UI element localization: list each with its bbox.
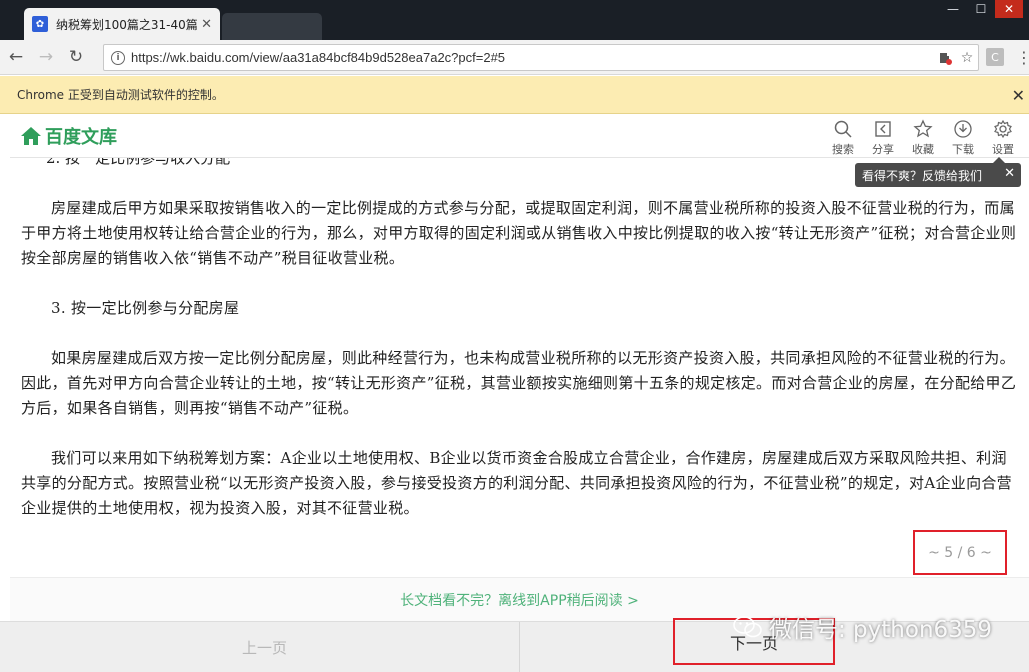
extension-icon[interactable]: C [986,48,1004,66]
action-settings[interactable]: 设置 [983,117,1023,157]
bookmark-star-icon[interactable]: ☆ [956,47,978,69]
browser-tabstrip: ✿ 纳税筹划100篇之31-40篇 ✕ — ☐ ✕ [0,0,1029,40]
forward-arrow-icon[interactable]: → [32,43,60,71]
action-download[interactable]: 下载 [943,117,983,157]
browser-toolbar: ← → ↻ i https://wk.baidu.com/view/aa31a8… [0,40,1029,75]
action-label: 下载 [952,143,974,156]
paragraph: 我们可以来用如下纳税筹划方案：A企业以土地使用权、B企业以货币资金合股成立合营企… [21,449,1012,517]
reload-icon[interactable]: ↻ [62,43,90,71]
site-info-icon[interactable]: i [111,50,125,65]
app-header: 百度文库 搜索 分享 收藏 下载 设置 [10,115,1029,158]
maximize-icon[interactable]: ☐ [967,0,995,18]
infobar-close-icon[interactable]: ✕ [1012,86,1025,105]
window-controls: — ☐ ✕ [939,0,1023,18]
section-heading: 3. 按一定比例参与分配房屋 [51,299,240,317]
minimize-icon[interactable]: — [939,0,967,18]
browser-menu-icon[interactable]: ⋮ [1016,48,1029,67]
paragraph: 如果房屋建成后双方按一定比例分配房屋，则此种经营行为，也未构成营业税所称的以无形… [21,349,1017,417]
feedback-tooltip[interactable]: 看得不爽？反馈给我们 ✕ [855,157,1021,187]
automation-infobar: Chrome 正受到自动测试软件的控制。 ✕ [0,76,1029,114]
baidu-favicon-icon: ✿ [32,16,48,32]
search-icon [834,120,852,138]
cut-heading: 2. 按一定比例参与收入分配 [46,158,231,167]
logo[interactable]: 百度文库 [20,123,117,149]
download-icon [954,120,972,138]
paragraph: 房屋建成后甲方如果采取按销售收入的一定比例提成的方式参与分配，或提取固定利润，则… [21,199,1017,267]
home-icon [21,127,41,145]
action-label: 设置 [992,143,1014,156]
action-share[interactable]: 分享 [863,117,903,157]
window-close-icon[interactable]: ✕ [995,0,1023,18]
action-search[interactable]: 搜索 [823,117,863,157]
action-label: 收藏 [912,143,934,156]
tab-inactive[interactable] [222,13,322,40]
feedback-text: 看得不爽？反馈给我们 [862,168,983,183]
prev-page-button[interactable]: 上一页 [10,622,520,672]
action-label: 分享 [872,143,894,156]
tab-close-icon[interactable]: ✕ [201,17,212,32]
document-page: 2. 按一定比例参与收入分配 房屋建成后甲方如果采取按销售收入的一定比例提成的方… [10,158,1029,576]
action-label: 搜索 [832,143,854,156]
promo-link[interactable]: 长文档看不完？离线到APP稍后阅读 > [400,590,639,610]
tab-title: 纳税筹划100篇之31-40篇 [56,17,198,32]
gear-icon [994,119,1012,139]
star-icon [913,119,933,138]
tab-active[interactable]: ✿ 纳税筹划100篇之31-40篇 ✕ [24,8,220,40]
feedback-close-icon[interactable]: ✕ [1004,166,1015,181]
wechat-watermark: 微信号: python6359 [733,610,992,644]
header-actions: 搜索 分享 收藏 下载 设置 [823,117,1023,157]
wechat-icon [733,616,762,638]
url-text[interactable]: https://wk.baidu.com/view/aa31a84bcf84b9… [131,50,934,65]
address-bar[interactable]: i https://wk.baidu.com/view/aa31a84bcf84… [103,44,979,71]
watermark-text: 微信号: python6359 [769,617,993,643]
extension-blocked-icon[interactable] [934,47,956,69]
share-icon [875,121,891,137]
action-favorite[interactable]: 收藏 [903,117,943,157]
logo-text: 百度文库 [45,127,117,148]
page-indicator: ~ 5 / 6 ~ [913,530,1007,575]
automation-notice: Chrome 正受到自动测试软件的控制。 [17,88,224,102]
back-arrow-icon[interactable]: ← [2,43,30,71]
